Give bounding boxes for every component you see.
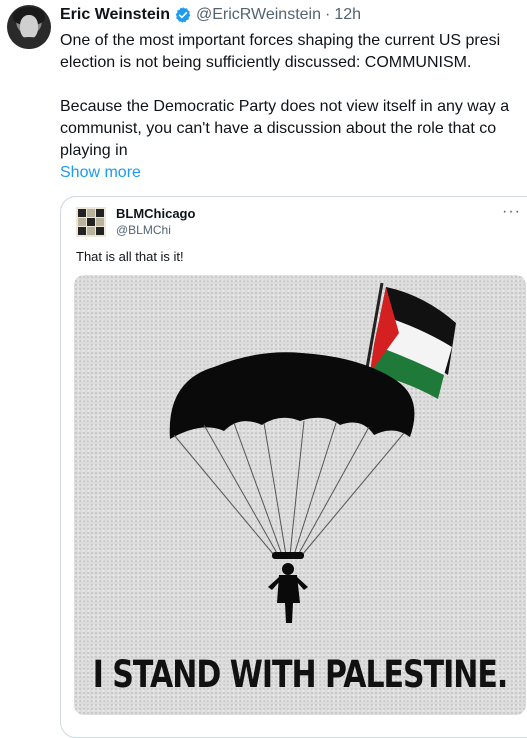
author-avatar[interactable] bbox=[7, 5, 51, 49]
tweet-body: One of the most important forces shaping… bbox=[60, 30, 527, 184]
tweet-timestamp[interactable]: 12h bbox=[334, 6, 361, 24]
quoted-author-handle[interactable]: @BLMChi bbox=[116, 223, 171, 237]
image-illustration bbox=[169, 282, 456, 623]
avatar-shoulders bbox=[7, 37, 51, 49]
author-handle[interactable]: @EricRWeinstein bbox=[196, 6, 321, 24]
more-options-icon[interactable]: ··· bbox=[502, 203, 521, 221]
quoted-author-avatar[interactable] bbox=[76, 207, 106, 237]
parachutist-silhouette-icon bbox=[268, 552, 308, 623]
avatar-face bbox=[20, 15, 38, 39]
quoted-author-name[interactable]: BLMChicago bbox=[116, 206, 195, 221]
tweet-text-line: communist, you can't have a discussion a… bbox=[60, 120, 497, 137]
show-more-link[interactable]: Show more bbox=[60, 162, 527, 184]
author-name[interactable]: Eric Weinstein bbox=[60, 6, 170, 24]
parachute-icon bbox=[169, 352, 415, 556]
quoted-tweet-text: That is all that is it! bbox=[76, 249, 184, 264]
quoted-tweet-image[interactable]: I STAND WITH PALESTINE. bbox=[74, 275, 526, 715]
tweet-text-line: playing in bbox=[60, 142, 128, 159]
tweet-text-line: Because the Democratic Party does not vi… bbox=[60, 98, 510, 115]
image-caption: I STAND WITH PALESTINE. bbox=[92, 653, 509, 697]
tweet-text-line: election is not being sufficiently discu… bbox=[60, 54, 472, 71]
tweet-text-line: One of the most important forces shaping… bbox=[60, 32, 501, 49]
quoted-tweet-card[interactable]: BLMChicago @BLMChi ··· That is all that … bbox=[60, 196, 527, 738]
separator-dot: · bbox=[325, 6, 331, 23]
tweet-header: Eric Weinstein @EricRWeinstein · 12h bbox=[60, 5, 361, 25]
verified-badge-icon bbox=[174, 6, 192, 24]
